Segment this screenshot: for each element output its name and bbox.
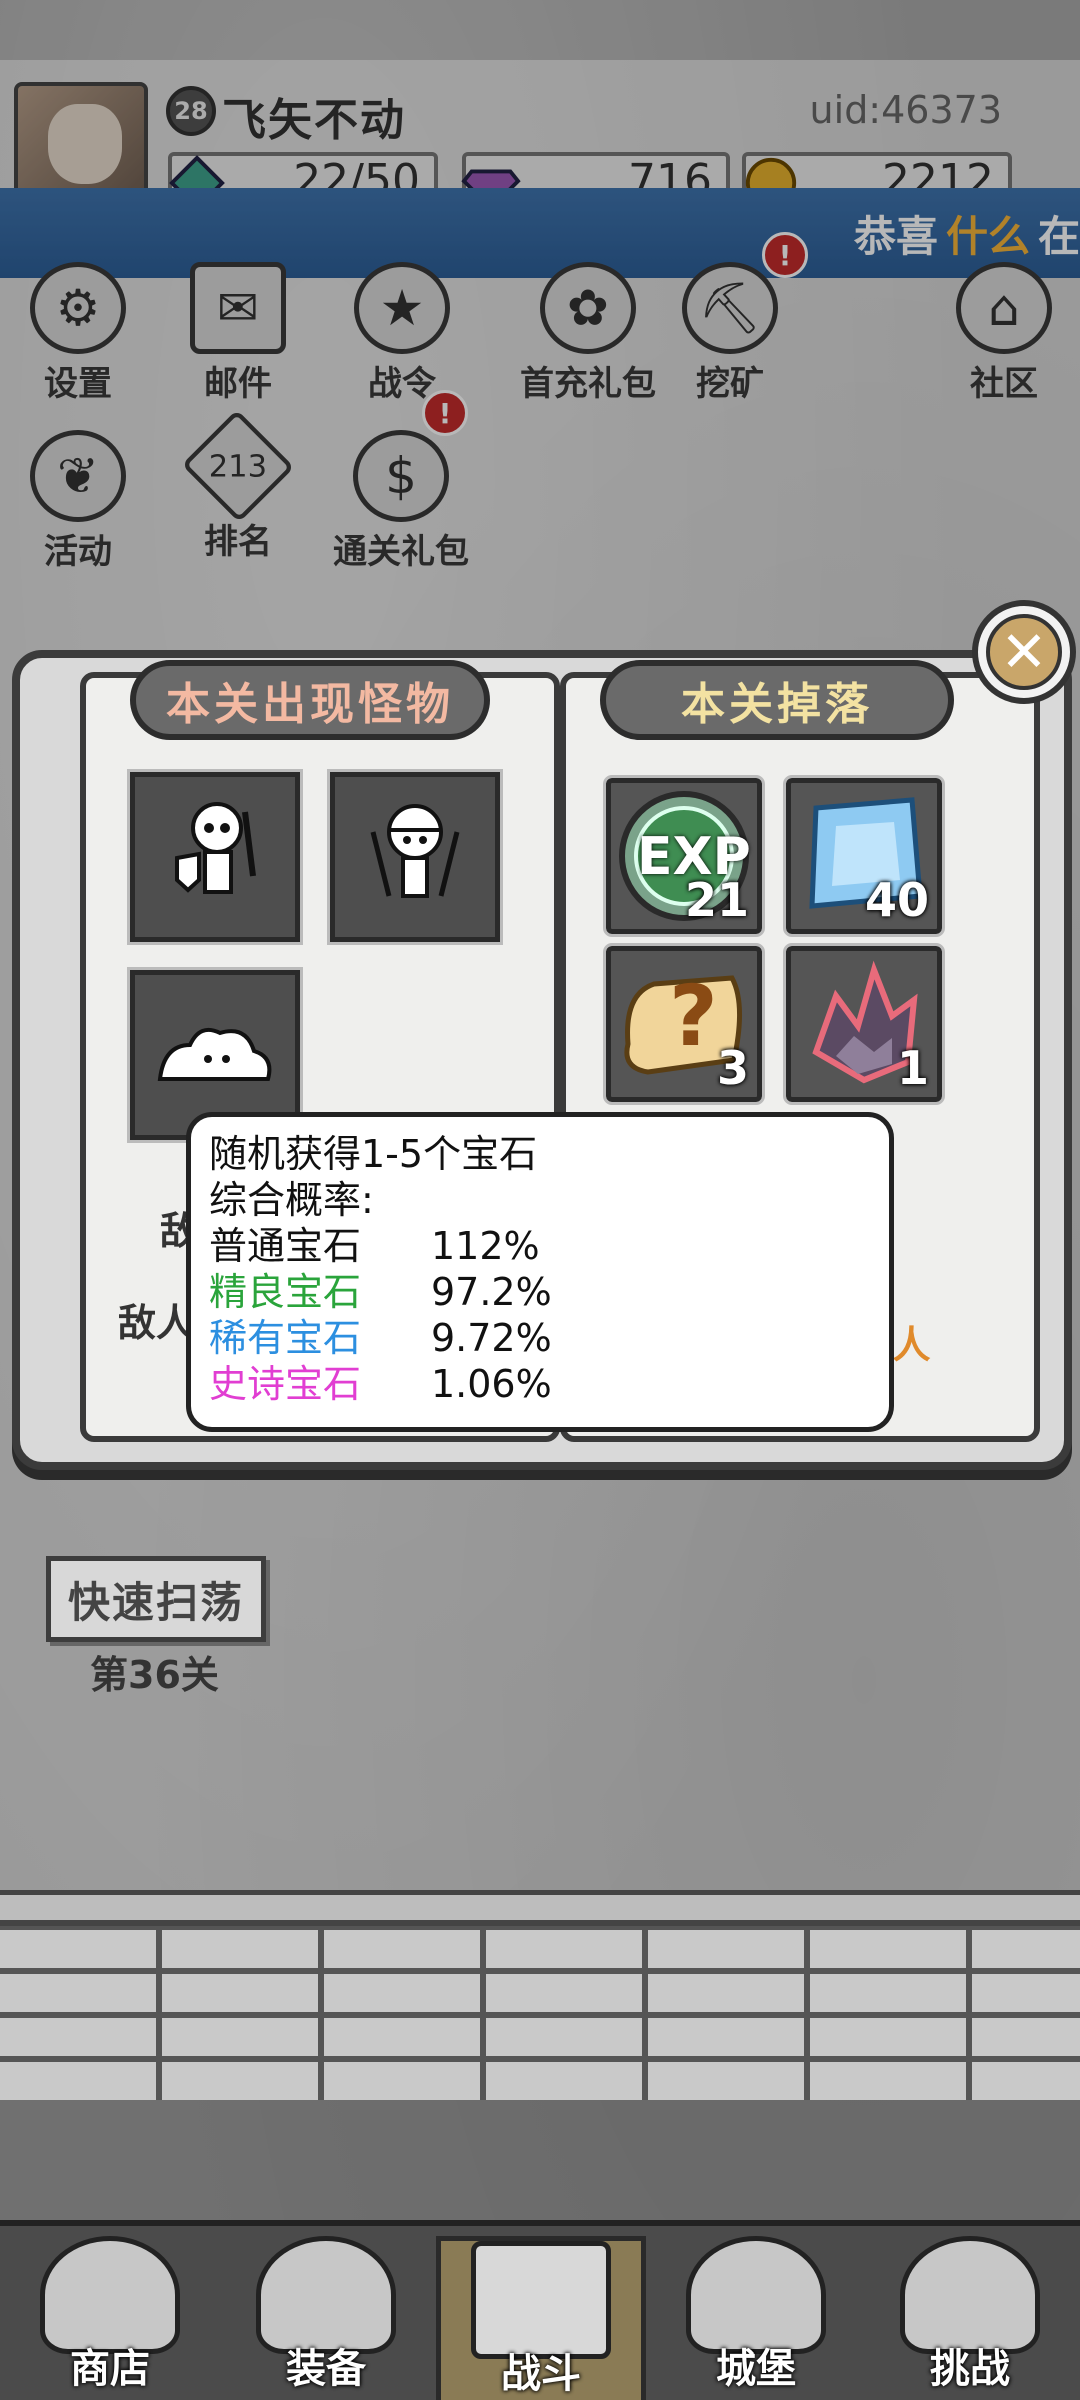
- tooltip-row-fine: 精良宝石 97.2%: [209, 1269, 871, 1315]
- tooltip-line-2: 综合概率:: [209, 1178, 374, 1222]
- drops-title: 本关掉落: [600, 660, 954, 740]
- fine-gem-name: 精良宝石: [209, 1270, 362, 1314]
- monster-slot-ninja[interactable]: [327, 769, 503, 945]
- tooltip-line-1: 随机获得1-5个宝石: [209, 1132, 538, 1176]
- normal-gem-name: 普通宝石: [209, 1224, 362, 1268]
- drop-slot-mystery-scroll[interactable]: ? 3: [603, 943, 765, 1105]
- tooltip-row-rare: 稀有宝石 9.72%: [209, 1315, 871, 1361]
- brick-wall: [0, 1920, 1080, 2100]
- tab-battle-label: 战斗: [501, 2351, 581, 2397]
- tab-castle-label: 城堡: [716, 2346, 796, 2392]
- bottom-nav: 商店 装备 战斗 城堡 挑战: [0, 2220, 1080, 2400]
- tab-shop-label: 商店: [70, 2346, 150, 2392]
- normal-gem-rate: 112%: [431, 1224, 540, 1268]
- ninja-dual-blade-icon: [370, 804, 460, 898]
- tab-equipment-label: 装备: [286, 2346, 366, 2392]
- monsters-title: 本关出现怪物: [130, 660, 490, 740]
- tab-battle[interactable]: 战斗: [436, 2236, 646, 2400]
- gem-drop-tooltip: 随机获得1-5个宝石 综合概率: 普通宝石 112% 精良宝石 97.2% 稀有…: [186, 1112, 894, 1432]
- drop-slot-exp[interactable]: EXP 21: [603, 775, 765, 937]
- tab-equipment[interactable]: 装备: [236, 2236, 416, 2400]
- monster-slot-skeleton[interactable]: [127, 769, 303, 945]
- enemy-label-partial-2: 敌人: [118, 1301, 195, 1345]
- skeleton-shield-icon: [175, 802, 256, 894]
- epic-gem-name: 史诗宝石: [209, 1362, 362, 1406]
- tooltip-row-normal: 普通宝石 112%: [209, 1223, 871, 1269]
- close-icon: ✕: [986, 614, 1062, 690]
- drop-count-gem: 40: [864, 873, 929, 927]
- quick-sweep-button[interactable]: 快速扫荡: [46, 1556, 266, 1642]
- tab-shop[interactable]: 商店: [20, 2236, 200, 2400]
- epic-gem-rate: 1.06%: [431, 1362, 552, 1406]
- scroll-question-label: ?: [669, 967, 718, 1065]
- drop-count-exp: 21: [684, 873, 749, 927]
- tab-castle[interactable]: 城堡: [666, 2236, 846, 2400]
- tab-challenge[interactable]: 挑战: [880, 2236, 1060, 2400]
- rare-gem-rate: 9.72%: [431, 1316, 552, 1360]
- rare-gem-name: 稀有宝石: [209, 1316, 362, 1360]
- drop-slot-dark-crystal[interactable]: 1: [783, 943, 945, 1105]
- tab-challenge-label: 挑战: [930, 2346, 1010, 2392]
- tooltip-row-epic: 史诗宝石 1.06%: [209, 1361, 871, 1407]
- drop-count-crystal: 1: [896, 1041, 929, 1095]
- close-button[interactable]: ✕: [972, 600, 1076, 704]
- slime-icon: [157, 1028, 272, 1081]
- drop-slot-blue-gem[interactable]: 40: [783, 775, 945, 937]
- drop-count-scroll: 3: [716, 1041, 749, 1095]
- fine-gem-rate: 97.2%: [431, 1270, 552, 1314]
- stage-label: 第36关: [90, 1653, 219, 1697]
